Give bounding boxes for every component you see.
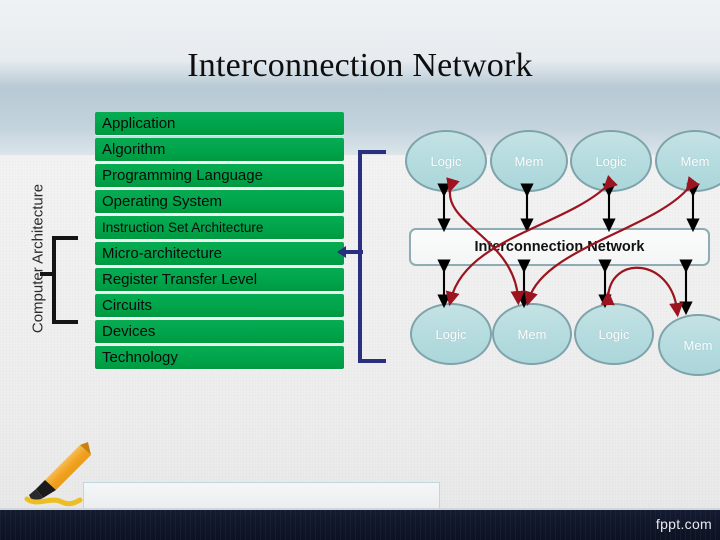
- stack-layer-label: Application: [102, 115, 176, 132]
- stack-layer[interactable]: Operating System: [95, 190, 344, 213]
- stack-layer[interactable]: Programming Language: [95, 164, 344, 187]
- stack-layer[interactable]: Register Transfer Level: [95, 268, 344, 291]
- slide-canvas: Interconnection Network Computer Archite…: [0, 0, 720, 540]
- stack-layer[interactable]: Algorithm: [95, 138, 344, 161]
- diagram-link-brace: [358, 150, 386, 363]
- stack-layer-label: Operating System: [102, 193, 223, 210]
- page-title: Interconnection Network: [187, 47, 533, 84]
- footer-bar: [0, 510, 720, 540]
- stack-layer[interactable]: Micro-architecture: [95, 242, 344, 265]
- diagram-link-arrow-icon: [337, 246, 363, 258]
- architecture-brace-stem: [40, 272, 54, 276]
- stack-layer-label: Micro-architecture: [102, 245, 223, 262]
- stack-layer[interactable]: Application: [95, 112, 344, 135]
- stack-layer[interactable]: Devices: [95, 320, 344, 343]
- diagram-connectors: [437, 175, 700, 318]
- interconnection-diagram: Logic Mem Logic Mem Interconnection Netw…: [396, 118, 720, 376]
- stack-layer-label: Programming Language: [102, 167, 263, 184]
- stack-layer[interactable]: Circuits: [95, 294, 344, 317]
- stack-layer-label: Circuits: [102, 297, 153, 314]
- stack-layer[interactable]: Instruction Set Architecture: [95, 216, 344, 239]
- stack-layer[interactable]: Technology: [95, 346, 344, 369]
- architecture-brace: [52, 236, 78, 324]
- stack-layer-label: Instruction Set Architecture: [102, 220, 264, 235]
- stack-layer-label: Algorithm: [102, 141, 166, 158]
- stack-layer-label: Devices: [102, 323, 156, 340]
- stack-layer-label: Register Transfer Level: [102, 271, 258, 288]
- stack-layer-label: Technology: [102, 349, 178, 366]
- abstraction-layer-stack: Application Algorithm Programming Langua…: [95, 112, 344, 372]
- vertical-axis-label: Computer Architecture: [29, 183, 47, 334]
- watermark-label: fppt.com: [655, 516, 712, 532]
